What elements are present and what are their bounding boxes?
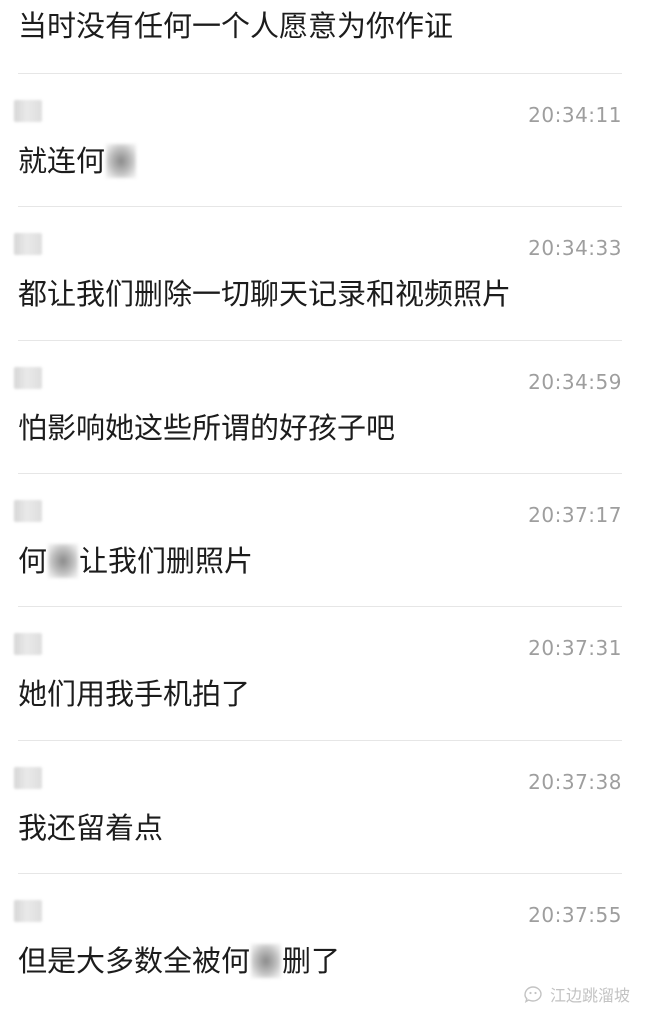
message-divider bbox=[18, 740, 622, 741]
message-text-segment: 怕影响她这些所谓的好孩子吧 bbox=[18, 411, 396, 445]
sender-name-redacted bbox=[14, 500, 42, 522]
redacted-name-blur bbox=[48, 544, 79, 578]
sender-name-redacted bbox=[14, 900, 42, 922]
chat-message[interactable]: 20:34:11 就连何 bbox=[0, 73, 650, 206]
message-text: 我还留着点 bbox=[18, 808, 163, 848]
sender-name-redacted bbox=[14, 367, 42, 389]
sender-name-redacted bbox=[14, 633, 42, 655]
message-divider bbox=[18, 340, 622, 341]
message-text-segment: 就连何 bbox=[18, 144, 106, 178]
message-divider bbox=[18, 206, 622, 207]
message-text-segment: 但是大多数全被何 bbox=[18, 944, 251, 978]
sender-name-redacted bbox=[14, 100, 42, 122]
message-timestamp: 20:37:31 bbox=[528, 636, 622, 660]
chat-message[interactable]: 20:34:59 怕影响她这些所谓的好孩子吧 bbox=[0, 340, 650, 473]
redacted-name-blur bbox=[251, 944, 282, 978]
redacted-name-blur bbox=[106, 144, 137, 178]
message-timestamp: 20:37:17 bbox=[528, 503, 622, 527]
message-text: 就连何 bbox=[18, 141, 137, 181]
sender-name-redacted bbox=[14, 233, 42, 255]
wechat-official-account-icon bbox=[524, 986, 542, 1003]
chat-message[interactable]: 20:37:31 她们用我手机拍了 bbox=[0, 606, 650, 739]
message-timestamp: 20:34:33 bbox=[528, 236, 622, 260]
sender-name-redacted bbox=[14, 767, 42, 789]
chat-message[interactable]: 20:37:38 我还留着点 bbox=[0, 740, 650, 873]
message-divider bbox=[18, 873, 622, 874]
message-timestamp: 20:34:59 bbox=[528, 370, 622, 394]
watermark: 江边跳溜坡 bbox=[522, 982, 630, 1006]
message-text-segment: 我还留着点 bbox=[18, 811, 164, 845]
message-text: 她们用我手机拍了 bbox=[18, 674, 250, 714]
previous-message-text: 当时没有任何一个人愿意为你作证 bbox=[18, 9, 454, 43]
message-divider bbox=[18, 473, 622, 474]
message-text-segment: 删了 bbox=[282, 944, 341, 978]
message-text-segment: 让我们删照片 bbox=[79, 544, 254, 578]
message-text-segment: 都让我们删除一切聊天记录和视频照片 bbox=[18, 277, 512, 311]
message-timestamp: 20:37:38 bbox=[528, 770, 622, 794]
message-timestamp: 20:37:55 bbox=[528, 903, 622, 927]
watermark-label: 江边跳溜坡 bbox=[549, 986, 630, 1005]
message-divider bbox=[18, 606, 622, 607]
message-text-segment: 她们用我手机拍了 bbox=[18, 677, 251, 711]
message-text: 但是大多数全被何 删了 bbox=[18, 941, 340, 981]
message-timestamp: 20:34:11 bbox=[528, 103, 622, 127]
chat-message[interactable]: 20:34:33 都让我们删除一切聊天记录和视频照片 bbox=[0, 206, 650, 339]
message-divider bbox=[18, 73, 622, 74]
message-text: 怕影响她这些所谓的好孩子吧 bbox=[18, 408, 395, 448]
message-text-segment: 何 bbox=[18, 544, 48, 578]
message-text: 何让我们删照片 bbox=[18, 541, 253, 581]
chat-message[interactable]: 20:37:17 何让我们删照片 bbox=[0, 473, 650, 606]
message-text: 都让我们删除一切聊天记录和视频照片 bbox=[18, 274, 511, 314]
